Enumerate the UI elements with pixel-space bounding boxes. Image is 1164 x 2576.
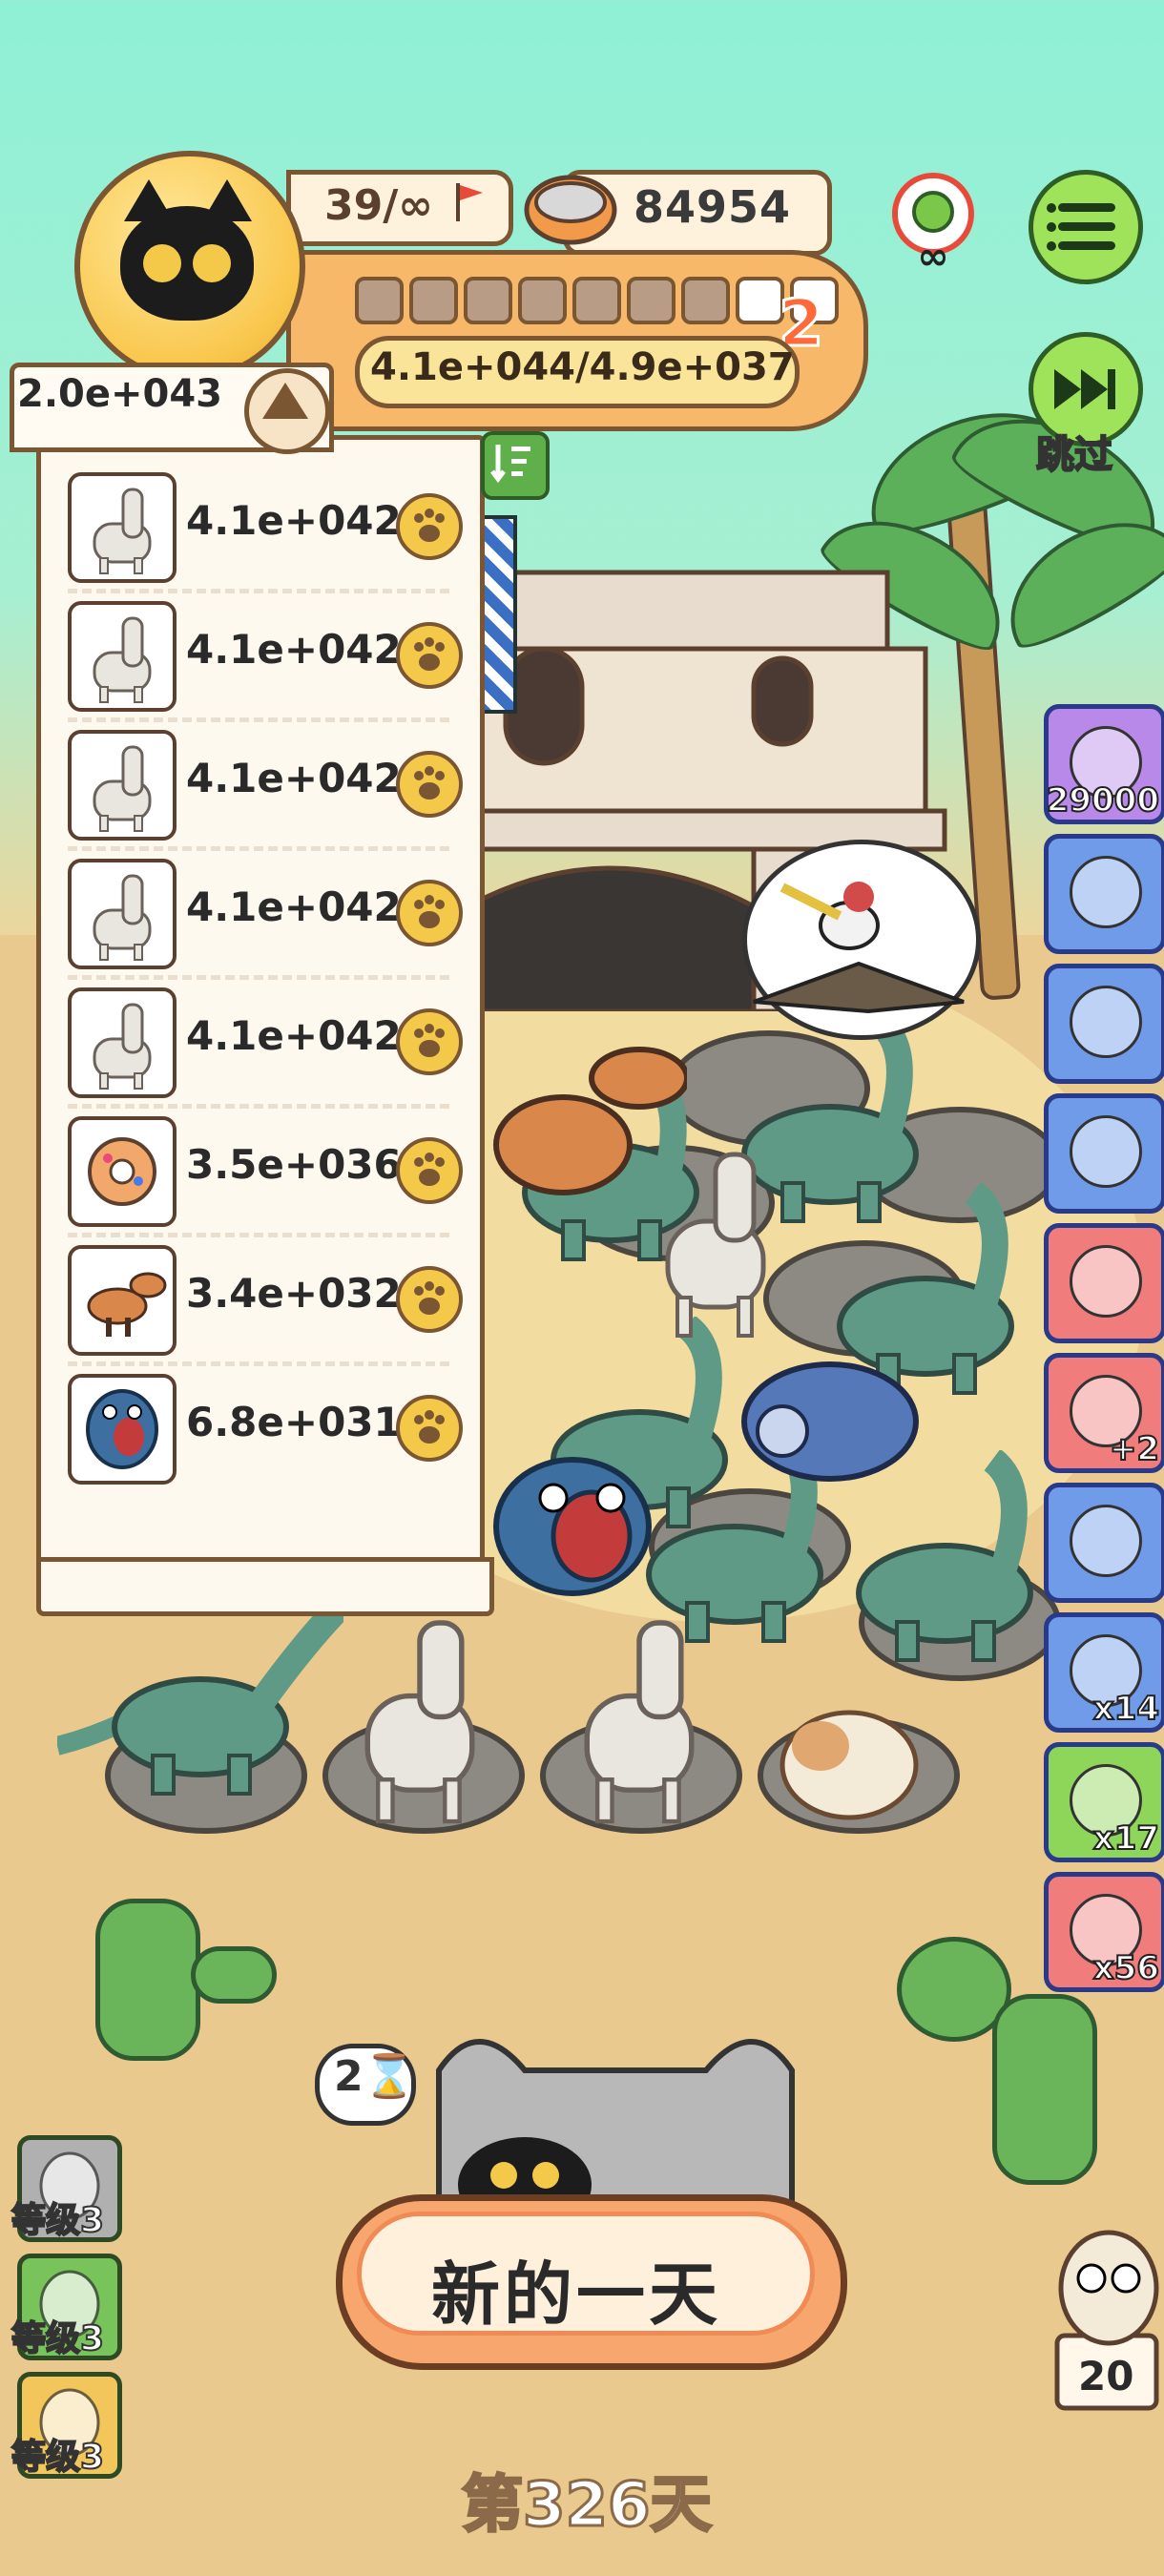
paw-coin-icon [396,1137,463,1204]
side-item-label: x14 [1092,1689,1160,1729]
sort-icon [490,445,530,484]
coin-count: 84954 [634,181,792,233]
alpaca-icon [68,730,177,841]
list-item-value: 3.5e+036 [186,1141,402,1188]
black-cat-icon [120,179,254,321]
cactus [992,1994,1097,2185]
list-item[interactable]: 3.5e+036 [68,1109,463,1237]
income-list-panel: 4.1e+042 4.1e+042 4.1e+042 4.1e+042 4.1e+042… [36,435,485,1570]
collapse-button[interactable] [244,368,330,454]
alpaca-icon [68,472,177,583]
list-item-value: 4.1e+042 [186,497,402,544]
raptor-dino [493,1047,687,1195]
side-item-label: x56 [1092,1948,1160,1988]
list-item[interactable]: 4.1e+042 [68,722,463,851]
alpaca [665,1152,766,1338]
side-item-sheep-hat[interactable] [1044,1093,1164,1214]
sheep-hat-icon [1070,1115,1142,1188]
donut-icon [68,1116,177,1227]
cactus [191,1946,277,2004]
side-item-label: 29000 [1046,780,1160,821]
paw-coin-icon [396,880,463,946]
level-item-label: 等级3 [10,2318,105,2359]
progress-segment [355,277,404,324]
progress-segment [572,277,621,324]
raptor-icon [68,1245,177,1356]
alpaca-icon [68,859,177,969]
list-item-value: 3.4e+032 [186,1270,402,1317]
level-item-label: 等级3 [10,2437,105,2478]
income-total: 2.0e+043 [17,372,222,416]
progress-segment [736,277,784,324]
new-day-label: 新的一天 [431,2254,722,2335]
side-item-label: x17 [1092,1818,1160,1859]
side-item-tent[interactable]: x17 [1044,1742,1164,1862]
progress-segment [464,277,512,324]
leaf-pot-icon [1070,1505,1142,1577]
list-item[interactable]: 4.1e+042 [68,851,463,980]
paw-coin-icon [396,1395,463,1462]
infinity-flower-icon[interactable]: ∞ [885,170,981,275]
alpaca [584,1620,695,1824]
camera-icon [1070,856,1142,928]
paw-coin-icon [396,493,463,560]
jar-icon [1070,986,1142,1058]
list-item-value: 4.1e+042 [186,626,402,673]
paw-coin-icon [396,751,463,818]
side-item-label: +2 [1109,1429,1160,1469]
list-item[interactable]: 4.1e+042 [68,465,463,593]
owl-card-count: 20 [1078,2353,1134,2399]
progress-segment [627,277,676,324]
flag-icon [456,183,483,221]
level-item-label: 等级3 [10,2200,105,2241]
list-item-value: 4.1e+042 [186,1012,402,1059]
cactus [95,1899,200,2061]
paw-coin-icon [396,1266,463,1333]
svg-text:∞: ∞ [917,235,948,275]
progress-segment [409,277,458,324]
sort-button[interactable] [481,431,550,500]
side-item-bag[interactable]: +2 [1044,1353,1164,1473]
side-item-jar[interactable] [1044,964,1164,1084]
hamster [779,1710,919,1820]
list-scroll-footer [36,1557,494,1616]
list-item[interactable]: 4.1e+042 [68,980,463,1109]
paw-coin-icon [396,622,463,689]
timer-count: 2⌛ [334,2052,416,2101]
progress-segment [681,277,730,324]
player-avatar[interactable] [74,151,305,382]
food-bowl-icon [524,175,617,245]
level-counter: 39/∞ [324,181,433,230]
blue-ray-creature [741,1361,919,1482]
skip-label: 跳过 [1035,432,1113,478]
side-item-leaf-pot[interactable] [1044,1483,1164,1603]
side-item-camera[interactable] [1044,834,1164,954]
list-item-value: 4.1e+042 [186,883,402,930]
alpaca-icon [68,987,177,1098]
paw-coin-icon [396,1008,463,1075]
xp-text: 4.1e+044/4.9e+037 [370,345,795,389]
tools-icon [1070,1245,1142,1318]
sauropod-dino [57,1593,343,1796]
blue-dino-icon [68,1374,177,1485]
side-item-donut[interactable]: x14 [1044,1612,1164,1733]
alpaca-icon [68,601,177,712]
pterodactyl-icon [753,882,965,1014]
list-item-value: 4.1e+042 [186,755,402,801]
list-item-value: 6.8e+031 [186,1399,402,1445]
progress-segment [518,277,567,324]
side-item-tools[interactable] [1044,1223,1164,1343]
list-item[interactable]: 6.8e+031 [68,1366,463,1486]
side-item-nut[interactable]: 29000 [1044,704,1164,824]
alpaca [364,1620,475,1824]
gray-cat-house [436,2039,795,2223]
menu-button[interactable] [1029,170,1143,284]
list-item[interactable]: 3.4e+032 [68,1237,463,1366]
side-item-hose[interactable]: x56 [1044,1872,1164,1992]
day-counter: 第326天 [461,2469,714,2543]
list-item[interactable]: 4.1e+042 [68,593,463,722]
level-progress-segments [355,277,839,324]
triangle-up-icon [262,383,308,419]
